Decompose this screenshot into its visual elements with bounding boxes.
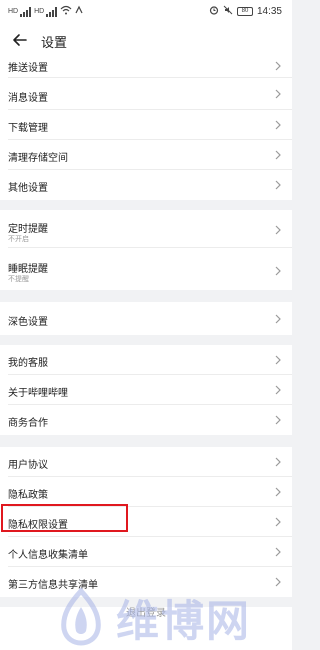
settings-item-label: 商务合作 xyxy=(8,418,48,429)
clock-time: 14:35 xyxy=(256,6,282,17)
chevron-right-icon xyxy=(275,120,281,130)
settings-item-clear-storage[interactable]: 清理存储空间 xyxy=(0,140,292,170)
chevron-right-icon xyxy=(275,89,281,99)
settings-item-label: 清理存储空间 xyxy=(8,153,68,164)
settings-item-business[interactable]: 商务合作 xyxy=(0,405,292,435)
settings-item-label: 消息设置 xyxy=(8,93,48,104)
battery-icon: 80 xyxy=(236,7,253,16)
status-bar: HD HD 80 14:35 xyxy=(0,0,292,22)
chevron-right-icon xyxy=(275,266,281,276)
settings-item-other[interactable]: 其他设置 xyxy=(0,170,292,200)
page-title: 设置 xyxy=(41,35,68,50)
settings-item-customer-service[interactable]: 我的客服 xyxy=(0,345,292,375)
settings-item-label: 睡眠提醒 xyxy=(8,264,48,275)
signal-icon xyxy=(20,6,32,17)
chevron-right-icon xyxy=(275,487,281,497)
settings-item-label: 其他设置 xyxy=(8,183,48,194)
chevron-right-icon xyxy=(275,150,281,160)
chevron-right-icon xyxy=(275,225,281,235)
settings-item-dark-mode[interactable]: 深色设置 xyxy=(0,302,292,335)
settings-item-label: 定时提醒 xyxy=(8,224,48,235)
settings-item-privacy-policy[interactable]: 隐私政策 xyxy=(0,477,292,507)
chevron-right-icon xyxy=(275,385,281,395)
settings-item-personal-info-list[interactable]: 个人信息收集清单 xyxy=(0,537,292,567)
settings-item-download[interactable]: 下载管理 xyxy=(0,110,292,140)
settings-item-message[interactable]: 消息设置 xyxy=(0,78,292,110)
back-arrow-icon[interactable] xyxy=(10,30,30,50)
settings-item-subtitle: 不开启 xyxy=(8,236,29,243)
chevron-right-icon xyxy=(275,517,281,527)
top-app-bar: 设置 xyxy=(0,22,292,58)
settings-item-label: 个人信息收集清单 xyxy=(8,550,88,561)
settings-item-push[interactable]: 推送设置 xyxy=(0,58,292,78)
settings-item-subtitle: 不提醒 xyxy=(8,276,29,283)
settings-item-label: 下载管理 xyxy=(8,123,48,134)
settings-item-user-agreement[interactable]: 用户协议 xyxy=(0,447,292,477)
chevron-right-icon xyxy=(275,314,281,324)
signal-icon xyxy=(46,6,58,17)
watermark: 维博网 xyxy=(52,585,292,647)
settings-item-label: 隐私权限设置 xyxy=(8,520,68,531)
settings-item-label: 我的客服 xyxy=(8,358,48,369)
settings-item-privacy-permissions[interactable]: 隐私权限设置 xyxy=(0,507,292,537)
chevron-right-icon xyxy=(275,61,281,71)
settings-item-label: 关于哔哩哔哩 xyxy=(8,388,68,399)
wifi-icon xyxy=(60,5,72,18)
carrier-1-label: HD xyxy=(8,8,19,15)
settings-item-label: 用户协议 xyxy=(8,460,48,471)
watermark-logo-icon xyxy=(61,587,101,646)
settings-item-label: 推送设置 xyxy=(8,63,48,74)
mute-icon xyxy=(223,5,233,18)
settings-item-label: 隐私政策 xyxy=(8,490,48,501)
alarm-icon xyxy=(209,5,219,18)
settings-item-label: 深色设置 xyxy=(8,317,48,328)
settings-item-sleep-reminder[interactable]: 睡眠提醒 不提醒 xyxy=(0,248,292,290)
chevron-right-icon xyxy=(275,180,281,190)
chevron-right-icon xyxy=(275,415,281,425)
settings-item-about[interactable]: 关于哔哩哔哩 xyxy=(0,375,292,405)
nfc-icon xyxy=(74,5,84,18)
watermark-text: 维博网 xyxy=(116,597,251,647)
chevron-right-icon xyxy=(275,457,281,467)
chevron-right-icon xyxy=(275,547,281,557)
carrier-2-label: HD xyxy=(34,8,45,15)
settings-item-timer-reminder[interactable]: 定时提醒 不开启 xyxy=(0,210,292,248)
chevron-right-icon xyxy=(275,355,281,365)
